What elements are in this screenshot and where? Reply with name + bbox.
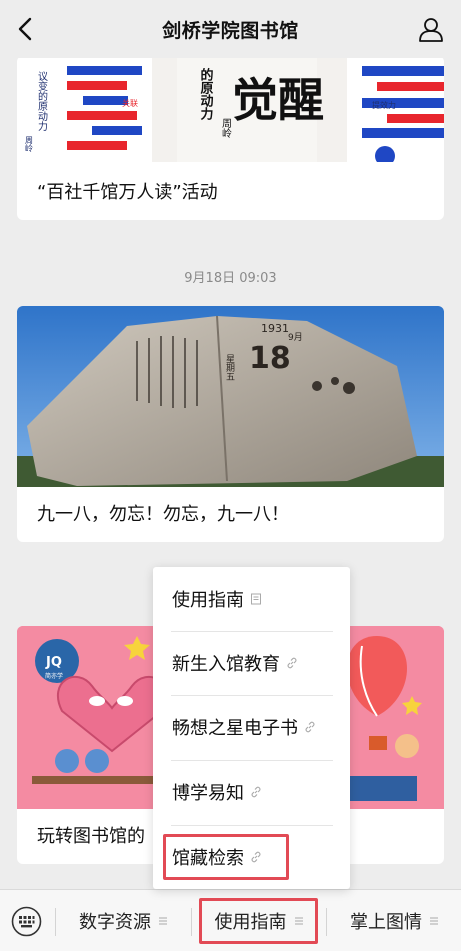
svg-text:反馈: 反馈 [122, 126, 138, 136]
svg-text:觉醒: 觉醒 [232, 73, 324, 127]
svg-text:周岭: 周岭 [25, 136, 34, 153]
submenu-item-label: 新生入馆教育 [172, 654, 280, 675]
svg-text:的原动力: 的原动力 [198, 67, 214, 121]
menu-label: 掌上图情 [350, 912, 422, 933]
monument-image: 18 1931 9月 星期五 [17, 306, 444, 487]
svg-text:9月: 9月 [288, 332, 303, 343]
profile-icon[interactable] [417, 15, 445, 43]
submenu-item-label: 畅想之星电子书 [172, 718, 298, 739]
article-card[interactable]: 18 1931 9月 星期五 九一八，勿忘！勿忘，九一八！ [17, 306, 444, 542]
submenu-lines-icon [430, 917, 438, 925]
book-cover-image: 议变的原动力 周岭 关联 反馈 的原动力 觉醒 周岭 提效力 [17, 56, 444, 162]
book-spine-text: 议变的原动力 [36, 71, 48, 132]
menu-digital-resources[interactable]: 数字资源 [56, 890, 190, 951]
logo-text: JQ [45, 655, 62, 670]
highlight-usage-guide-menu [199, 898, 318, 944]
timestamp: 9月18日 09:03 [184, 271, 277, 286]
article-card[interactable]: 议变的原动力 周岭 关联 反馈 的原动力 觉醒 周岭 提效力 “百社千馆万人读”… [17, 56, 444, 220]
article-icon [251, 593, 261, 605]
link-icon [287, 657, 297, 669]
submenu-item-label: 博学易知 [172, 783, 244, 804]
back-arrow-icon[interactable] [14, 16, 36, 42]
submenu-item-label: 使用指南 [172, 590, 244, 611]
submenu-item-ebooks[interactable]: 畅想之星电子书 [153, 695, 350, 759]
page-title: 剑桥学院图书馆 [162, 19, 299, 42]
highlight-catalog-search [163, 834, 289, 880]
keyboard-icon[interactable] [11, 906, 42, 937]
submenu-item-usage-guide[interactable]: 使用指南 [153, 567, 350, 631]
top-nav-bar: 剑桥学院图书馆 [0, 0, 461, 58]
svg-text:周岭: 周岭 [220, 118, 232, 139]
link-icon [305, 721, 315, 733]
svg-text:1931: 1931 [261, 322, 289, 335]
link-icon [251, 786, 261, 798]
submenu-lines-icon [159, 917, 167, 925]
menu-mobile-library-info[interactable]: 掌上图情 [327, 890, 461, 951]
article-title: “百社千馆万人读”活动 [37, 182, 218, 203]
menu-label: 数字资源 [79, 912, 151, 933]
svg-text:18: 18 [249, 341, 291, 376]
submenu-item-freshman-education[interactable]: 新生入馆教育 [153, 631, 350, 695]
article-title: 玩转图书馆的 [37, 826, 145, 847]
svg-text:简亦学: 简亦学 [45, 672, 63, 680]
svg-text:关联: 关联 [122, 98, 138, 108]
article-title: 九一八，勿忘！勿忘，九一八！ [37, 504, 289, 525]
svg-text:提效力: 提效力 [372, 100, 396, 110]
submenu-item-boxue-yizhi[interactable]: 博学易知 [153, 760, 350, 824]
svg-text:星期五: 星期五 [224, 354, 235, 381]
